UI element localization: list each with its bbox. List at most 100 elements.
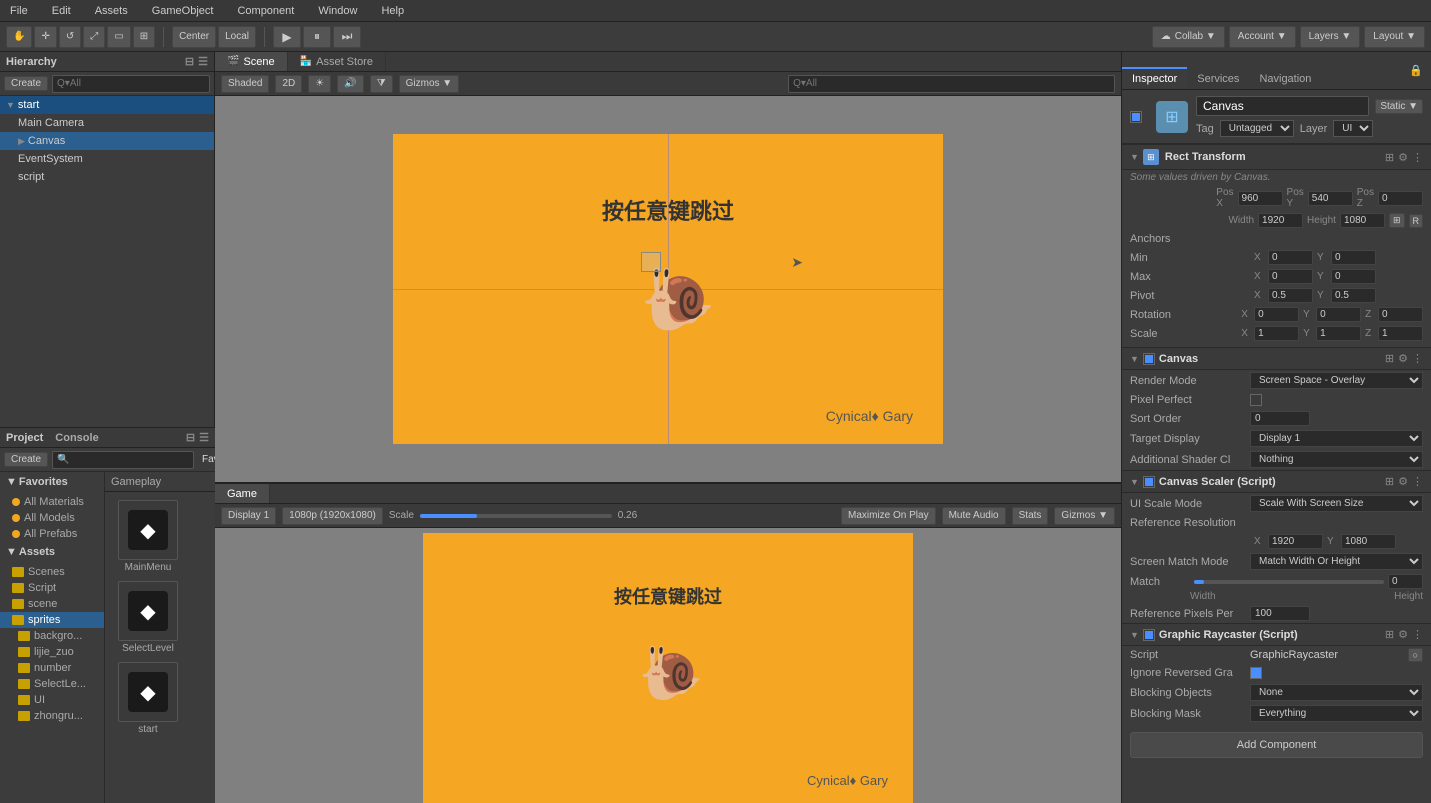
layout-btn[interactable]: Layout ▼ xyxy=(1364,26,1425,48)
canvas-section[interactable]: ▼ Canvas ⊞ ⚙ ⋮ xyxy=(1122,347,1431,370)
maximize-btn[interactable]: Maximize On Play xyxy=(841,507,936,525)
collab-btn[interactable]: ☁ Collab ▼ xyxy=(1152,26,1225,48)
menu-gameobject[interactable]: GameObject xyxy=(146,3,220,19)
layer-select[interactable]: UI xyxy=(1333,120,1373,137)
hierarchy-lock-icon[interactable]: ⊟ xyxy=(185,55,194,68)
min-y-input[interactable]: 0 xyxy=(1331,250,1376,265)
blueprint-btn[interactable]: ⊞ xyxy=(1389,213,1405,228)
asset-thumb-start[interactable]: ◆ start xyxy=(113,662,183,735)
asset-number[interactable]: number xyxy=(0,660,104,676)
audio-btn[interactable]: 🔊 xyxy=(337,75,363,93)
canvas-btn2[interactable]: ⚙ xyxy=(1398,352,1408,365)
ref-x-input[interactable]: 1920 xyxy=(1268,534,1323,549)
inspector-lock-btn[interactable]: 🔒 xyxy=(1401,52,1431,89)
height-input[interactable]: 1080 xyxy=(1340,213,1385,228)
services-tab[interactable]: Services xyxy=(1187,68,1249,89)
project-search[interactable] xyxy=(52,451,194,469)
2d-btn[interactable]: 2D xyxy=(275,75,302,93)
ref-y-input[interactable]: 1080 xyxy=(1341,534,1396,549)
canvas-enabled[interactable] xyxy=(1143,353,1155,365)
rot-x-input[interactable]: 0 xyxy=(1254,307,1299,322)
canvas-scaler-section[interactable]: ▼ Canvas Scaler (Script) ⊞ ⚙ ⋮ xyxy=(1122,470,1431,493)
pivot-y-input[interactable]: 0.5 xyxy=(1331,288,1376,303)
rot-z-input[interactable]: 0 xyxy=(1378,307,1423,322)
add-component-btn[interactable]: Add Component xyxy=(1130,732,1423,758)
project-lock-icon[interactable]: ⊟ xyxy=(186,431,195,444)
hierarchy-item-canvas[interactable]: ▶ Canvas xyxy=(0,132,214,150)
raycaster-btn2[interactable]: ⚙ xyxy=(1398,628,1408,641)
mute-btn[interactable]: Mute Audio xyxy=(942,507,1006,525)
scale-slider[interactable] xyxy=(420,514,612,518)
menu-edit[interactable]: Edit xyxy=(46,3,77,19)
rect-btn2[interactable]: ⚙ xyxy=(1398,151,1408,164)
screen-match-select[interactable]: Match Width Or Height xyxy=(1250,553,1423,570)
menu-file[interactable]: File xyxy=(4,3,34,19)
move-tool[interactable]: ✛ xyxy=(34,26,56,48)
additional-shader-select[interactable]: Nothing xyxy=(1250,451,1423,468)
hierarchy-item-script[interactable]: script xyxy=(0,168,214,186)
posy-input[interactable]: 540 xyxy=(1308,191,1353,206)
obj-enabled-checkbox[interactable] xyxy=(1130,111,1142,123)
menu-assets[interactable]: Assets xyxy=(89,3,134,19)
ui-scale-select[interactable]: Scale With Screen Size xyxy=(1250,495,1423,512)
play-btn[interactable]: ▶ xyxy=(273,26,301,48)
asset-script[interactable]: Script xyxy=(0,580,104,596)
project-menu-icon[interactable]: ☰ xyxy=(199,431,209,444)
pause-btn[interactable]: ⏸ xyxy=(303,26,331,48)
asset-lijie[interactable]: lijie_zuo xyxy=(0,644,104,660)
hand-tool[interactable]: ✋ xyxy=(6,26,32,48)
rect-btn1[interactable]: ⊞ xyxy=(1385,151,1394,164)
center-btn[interactable]: Center xyxy=(172,26,216,48)
max-y-input[interactable]: 0 xyxy=(1331,269,1376,284)
fav-item-models[interactable]: All Models xyxy=(0,510,104,526)
scaler-btn2[interactable]: ⚙ xyxy=(1398,475,1408,488)
rect-btn3[interactable]: ⋮ xyxy=(1412,151,1423,164)
game-tab[interactable]: Game xyxy=(215,484,270,503)
pixel-perfect-checkbox[interactable] xyxy=(1250,394,1262,406)
scene-search[interactable] xyxy=(788,75,1115,93)
posz-input[interactable]: 0 xyxy=(1378,191,1423,206)
menu-window[interactable]: Window xyxy=(312,3,363,19)
rect-transform-section[interactable]: ▼ ⊞ Rect Transform ⊞ ⚙ ⋮ xyxy=(1122,144,1431,170)
max-x-input[interactable]: 0 xyxy=(1268,269,1313,284)
reset-btn[interactable]: R xyxy=(1409,214,1424,228)
fav-tab[interactable]: Favorites xyxy=(198,454,215,465)
scene-tab[interactable]: 🎬 Scene xyxy=(215,52,288,71)
blocking-mask-select[interactable]: Everything xyxy=(1250,705,1423,722)
asset-sprites[interactable]: sprites xyxy=(0,612,104,628)
raycaster-btn1[interactable]: ⊞ xyxy=(1385,628,1394,641)
combo-tool[interactable]: ⊞ xyxy=(133,26,155,48)
asset-scene[interactable]: scene xyxy=(0,596,104,612)
canvas-btn3[interactable]: ⋮ xyxy=(1412,352,1423,365)
asset-store-tab[interactable]: 🏪 Asset Store xyxy=(288,52,386,71)
hierarchy-item-eventsystem[interactable]: EventSystem xyxy=(0,150,214,168)
hierarchy-item-start[interactable]: ▼ start xyxy=(0,96,214,114)
scene-view-area[interactable]: 按任意键跳过 🐌 Cynical♦ Gary ➤ xyxy=(215,96,1121,482)
sort-order-input[interactable]: 0 xyxy=(1250,411,1310,426)
rect-tool[interactable]: ▭ xyxy=(107,26,130,48)
step-btn[interactable]: ⏭ xyxy=(333,26,361,48)
posx-input[interactable]: 960 xyxy=(1238,191,1283,206)
min-x-input[interactable]: 0 xyxy=(1268,250,1313,265)
game-gizmos-btn[interactable]: Gizmos ▼ xyxy=(1054,507,1115,525)
ignore-reversed-checkbox[interactable] xyxy=(1250,667,1262,679)
display-btn[interactable]: Display 1 xyxy=(221,507,276,525)
obj-name-input[interactable] xyxy=(1196,96,1369,116)
scaler-btn1[interactable]: ⊞ xyxy=(1385,475,1394,488)
raycaster-enabled[interactable] xyxy=(1143,629,1155,641)
raycaster-btn3[interactable]: ⋮ xyxy=(1412,628,1423,641)
match-value-input[interactable]: 0 xyxy=(1388,574,1423,589)
asset-ui[interactable]: UI xyxy=(0,692,104,708)
scale-z-input[interactable]: 1 xyxy=(1378,326,1423,341)
fav-item-materials[interactable]: All Materials xyxy=(0,494,104,510)
layers-btn[interactable]: Layers ▼ xyxy=(1300,26,1361,48)
resolution-btn[interactable]: 1080p (1920x1080) xyxy=(282,507,383,525)
ref-pixels-input[interactable]: 100 xyxy=(1250,606,1310,621)
asset-thumb-mainmenu[interactable]: ◆ MainMenu xyxy=(113,500,183,573)
menu-help[interactable]: Help xyxy=(375,3,410,19)
width-input[interactable]: 1920 xyxy=(1258,213,1303,228)
game-view-area[interactable]: 按任意键跳过 🐌 Cynical♦ Gary xyxy=(215,528,1121,803)
lighting-btn[interactable]: ☀ xyxy=(308,75,331,93)
fav-item-prefabs[interactable]: All Prefabs xyxy=(0,526,104,542)
inspector-tab[interactable]: Inspector xyxy=(1122,67,1187,89)
